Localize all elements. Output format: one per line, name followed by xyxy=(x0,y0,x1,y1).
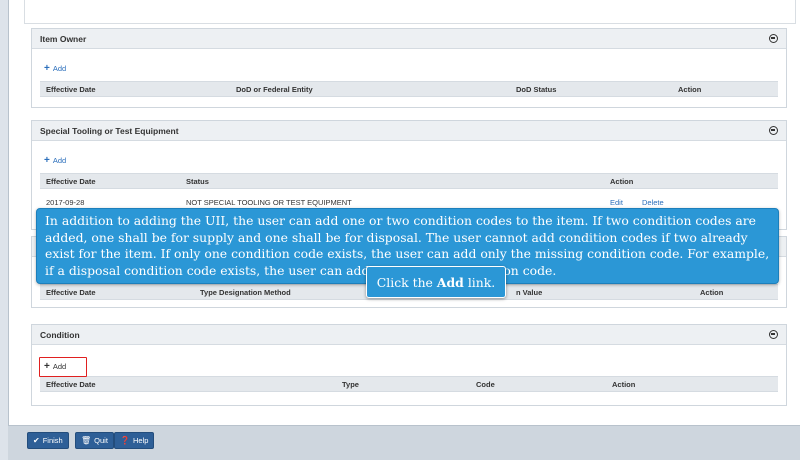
plus-icon: + xyxy=(44,155,50,166)
row-delete-link[interactable]: Delete xyxy=(642,198,664,207)
row-edit-link[interactable]: Edit xyxy=(610,198,623,207)
condition-table-header: Effective Date Type Code Action xyxy=(40,376,778,392)
previous-panel-bottom xyxy=(24,0,796,24)
question-circle-icon: ❓ xyxy=(120,436,130,445)
item-owner-header[interactable]: Item Owner xyxy=(32,29,786,49)
add-link-highlight xyxy=(39,357,87,377)
callout-prefix: Click the xyxy=(376,274,433,290)
item-owner-add-link[interactable]: + Add xyxy=(44,63,66,74)
col-code: Code xyxy=(476,380,495,389)
condition-panel: Condition + Add Effective Date Type Code… xyxy=(31,324,787,406)
special-tooling-add-link[interactable]: + Add xyxy=(44,155,66,166)
col-dod-status: DoD Status xyxy=(516,85,557,94)
item-owner-table-header: Effective Date DoD or Federal Entity DoD… xyxy=(40,81,778,97)
col-effective-date: Effective Date xyxy=(46,177,96,186)
finish-button[interactable]: ✔ Finish xyxy=(27,432,69,449)
add-label: Add xyxy=(52,156,67,165)
row-date: 2017-09-28 xyxy=(46,198,85,207)
add-label: Add xyxy=(52,64,67,73)
callout-suffix: link. xyxy=(467,274,496,290)
item-owner-panel: Item Owner + Add Effective Date DoD or F… xyxy=(31,28,787,108)
help-button[interactable]: ❓ Help xyxy=(114,432,155,449)
col-action: Action xyxy=(610,177,634,186)
col-effective-date: Effective Date xyxy=(46,288,96,297)
finish-label: Finish xyxy=(42,436,63,445)
col-effective-date: Effective Date xyxy=(46,380,96,389)
row-status: NOT SPECIAL TOOLING OR TEST EQUIPMENT xyxy=(186,198,352,207)
callout-bold: Add xyxy=(436,274,464,290)
check-circle-icon: ✔ xyxy=(33,436,40,445)
quit-button[interactable]: 🗑 Quit xyxy=(75,432,114,449)
condition-header[interactable]: Condition xyxy=(32,325,786,345)
item-owner-title: Item Owner xyxy=(40,33,87,44)
col-action: Action xyxy=(612,380,636,389)
condition-title: Condition xyxy=(40,329,80,340)
special-tooling-table-header: Effective Date Status Action xyxy=(40,173,778,189)
col-type-designation-method: Type Designation Method xyxy=(200,288,291,297)
plus-icon: + xyxy=(44,63,50,74)
col-action: Action xyxy=(700,288,724,297)
trash-icon: 🗑 xyxy=(81,436,92,445)
click-add-callout: Click the Add link. xyxy=(366,266,506,298)
collapse-icon[interactable] xyxy=(769,126,778,135)
col-effective-date: Effective Date xyxy=(46,85,96,94)
collapse-icon[interactable] xyxy=(769,330,778,339)
col-action: Action xyxy=(678,85,702,94)
col-dod-entity: DoD or Federal Entity xyxy=(236,85,313,94)
help-label: Help xyxy=(132,436,149,445)
special-tooling-title: Special Tooling or Test Equipment xyxy=(40,125,179,136)
col-value: n Value xyxy=(516,288,543,297)
collapse-icon[interactable] xyxy=(769,34,778,43)
quit-label: Quit xyxy=(94,436,108,445)
col-type: Type xyxy=(342,380,359,389)
special-tooling-header[interactable]: Special Tooling or Test Equipment xyxy=(32,121,786,141)
col-status: Status xyxy=(186,177,209,186)
